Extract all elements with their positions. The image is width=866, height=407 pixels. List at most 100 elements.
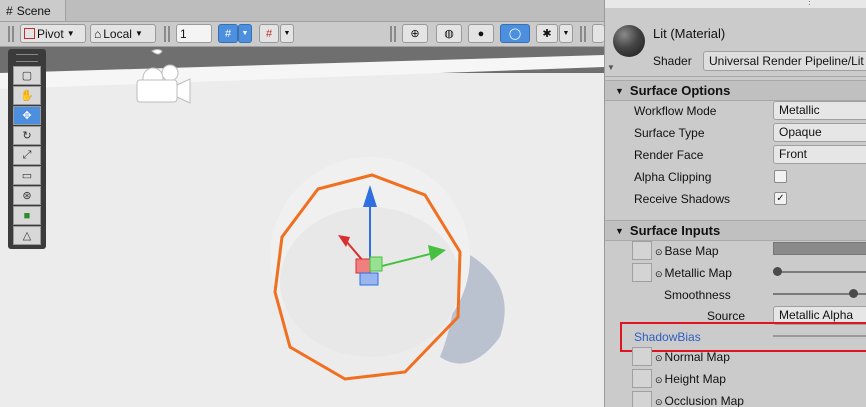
workflow-mode-dropdown[interactable]: Metallic: [773, 101, 866, 120]
grid-size-value: 1: [180, 26, 187, 41]
gizmo-plane-xz[interactable]: [359, 272, 379, 286]
receive-shadows-checkbox[interactable]: ✓: [774, 192, 787, 205]
grid-snap-dropdown[interactable]: ▼: [238, 24, 252, 43]
texture-picker-icon[interactable]: ⊙: [655, 269, 663, 279]
inspector-top-strip: ⋮: [605, 0, 866, 8]
toolbar-grip[interactable]: [8, 26, 14, 42]
more-options-icon[interactable]: ⋮: [805, 0, 814, 7]
pivot-label: Pivot: [37, 26, 64, 41]
increment-snap-icon: #: [265, 27, 273, 40]
scene-viewport[interactable]: [0, 47, 604, 407]
chevron-down-icon: ▼: [134, 29, 143, 38]
surface-inputs-header[interactable]: ▼ Surface Inputs: [605, 220, 866, 241]
pivot-dropdown[interactable]: Pivot ▼: [20, 24, 86, 43]
vertex-edit-icon: △: [22, 230, 32, 242]
base-map-color-swatch[interactable]: [773, 242, 866, 255]
scene-tab-label: Scene: [16, 3, 51, 18]
metallic-map-text: Metallic Map: [664, 266, 732, 280]
local-label: Local: [103, 26, 132, 41]
grid-snap-icon: #: [224, 27, 232, 40]
metallic-slider-track[interactable]: [773, 271, 866, 273]
edit-collider-button[interactable]: △: [13, 226, 41, 245]
grid-size-input[interactable]: 1: [176, 24, 212, 43]
surface-options-header[interactable]: ▼ Surface Options: [605, 80, 866, 101]
surface-type-label: Surface Type: [634, 126, 705, 140]
height-map-label: ⊙ Height Map: [655, 372, 726, 386]
header-foldout-icon[interactable]: ▼: [607, 63, 615, 72]
custom-tool-button[interactable]: ■: [13, 206, 41, 225]
texture-picker-icon[interactable]: ⊙: [655, 247, 663, 257]
scale-tool-button[interactable]: ⤢: [13, 146, 41, 165]
surface-type-dropdown[interactable]: Opaque: [773, 123, 866, 142]
surface-options-title: Surface Options: [629, 83, 731, 98]
smoothness-slider-handle[interactable]: [849, 289, 858, 298]
debug-draw-dropdown[interactable]: ▼: [559, 24, 573, 43]
view-tool-button[interactable]: ▢: [13, 66, 41, 85]
toolbar-grip[interactable]: [580, 26, 586, 42]
texture-picker-icon[interactable]: ⊙: [655, 353, 663, 363]
grid-snap-button[interactable]: #: [218, 24, 238, 43]
overflow-button[interactable]: [592, 24, 604, 43]
toolbar-grip[interactable]: [164, 26, 170, 42]
increment-snap-dropdown[interactable]: ▼: [280, 24, 294, 43]
occlusion-map-text: Occlusion Map: [664, 394, 744, 407]
shader-label: Shader: [653, 54, 692, 68]
occlusion-map-texture-slot[interactable]: [632, 391, 652, 407]
normal-map-text: Normal Map: [664, 350, 730, 364]
render-face-dropdown[interactable]: Front: [773, 145, 866, 164]
scene-toolbar: Pivot ▼ ⌂ Local ▼ 1 # ▼ # ▼ ⊕ ◍ ● ◯ ✱ ▼: [0, 22, 604, 47]
metallic-map-texture-slot[interactable]: [632, 263, 652, 282]
tab-scene[interactable]: # Scene: [0, 0, 66, 21]
scene-tab-bar: # Scene: [0, 0, 604, 22]
shader-dropdown[interactable]: Universal Render Pipeline/Lit: [703, 51, 866, 71]
wireframe-sphere-icon: ⊕: [410, 28, 420, 40]
material-preview-sphere: [613, 25, 645, 57]
height-map-texture-slot[interactable]: [632, 369, 652, 388]
checkmark-icon: ✓: [776, 193, 785, 204]
transform-tool-button[interactable]: ⊛: [13, 186, 41, 205]
rect-transform-icon: ▭: [21, 170, 33, 182]
green-cube-icon: ■: [23, 209, 31, 222]
shaded-wireframe-icon: ◍: [444, 28, 454, 40]
tool-palette-grip[interactable]: [16, 54, 38, 62]
normal-map-texture-slot[interactable]: [632, 347, 652, 366]
metallic-slider-handle[interactable]: [773, 267, 782, 276]
transform-icon: ⊛: [22, 190, 32, 202]
local-dropdown[interactable]: ⌂ Local ▼: [90, 24, 156, 43]
rect-tool-button[interactable]: ▭: [13, 166, 41, 185]
shaded-button[interactable]: ●: [468, 24, 494, 43]
gizmo-plane-xy[interactable]: [355, 258, 371, 274]
local-icon: ⌂: [94, 26, 102, 41]
debug-draw-button[interactable]: ✱: [536, 24, 558, 43]
increment-snap-button[interactable]: #: [259, 24, 279, 43]
render-face-label: Render Face: [634, 148, 704, 162]
workflow-mode-label: Workflow Mode: [634, 104, 717, 118]
toolbar-grip[interactable]: [390, 26, 396, 42]
surface-inputs-title: Surface Inputs: [629, 223, 721, 238]
base-map-label: ⊙ Base Map: [655, 244, 719, 258]
shaded-wireframe-button[interactable]: ◍: [436, 24, 462, 43]
hand-tool-button[interactable]: ✋: [13, 86, 41, 105]
lit-shading-button[interactable]: ◯: [500, 24, 530, 43]
material-header: Lit (Material) Shader Universal Render P…: [605, 8, 866, 77]
move-tool-button[interactable]: ✥: [13, 106, 41, 125]
scene-canvas[interactable]: [0, 47, 604, 407]
move-arrows-icon: ✥: [22, 110, 32, 122]
foldout-arrow-icon: ▼: [615, 85, 624, 96]
base-map-texture-slot[interactable]: [632, 241, 652, 260]
gizmo-plane-yz[interactable]: [369, 256, 383, 272]
texture-picker-icon[interactable]: ⊙: [655, 397, 663, 407]
source-label: Source: [707, 309, 746, 323]
shadow-bias-highlight-box: [620, 322, 866, 352]
hand-icon: ✋: [20, 90, 34, 102]
texture-picker-icon[interactable]: ⊙: [655, 375, 663, 385]
wireframe-shading-button[interactable]: ⊕: [402, 24, 428, 43]
scene-window: # Scene Pivot ▼ ⌂ Local ▼ 1 # ▼ # ▼ ⊕ ◍ …: [0, 0, 604, 407]
occlusion-map-label: ⊙ Occlusion Map: [655, 394, 744, 407]
cube-icon: ▢: [21, 70, 33, 82]
rotate-tool-button[interactable]: ↻: [13, 126, 41, 145]
material-title: Lit (Material): [653, 26, 726, 41]
chevron-down-icon: ▼: [283, 30, 291, 37]
inspector-panel: ⋮ Lit (Material) Shader Universal Render…: [604, 0, 866, 407]
alpha-clipping-checkbox[interactable]: [774, 170, 787, 183]
